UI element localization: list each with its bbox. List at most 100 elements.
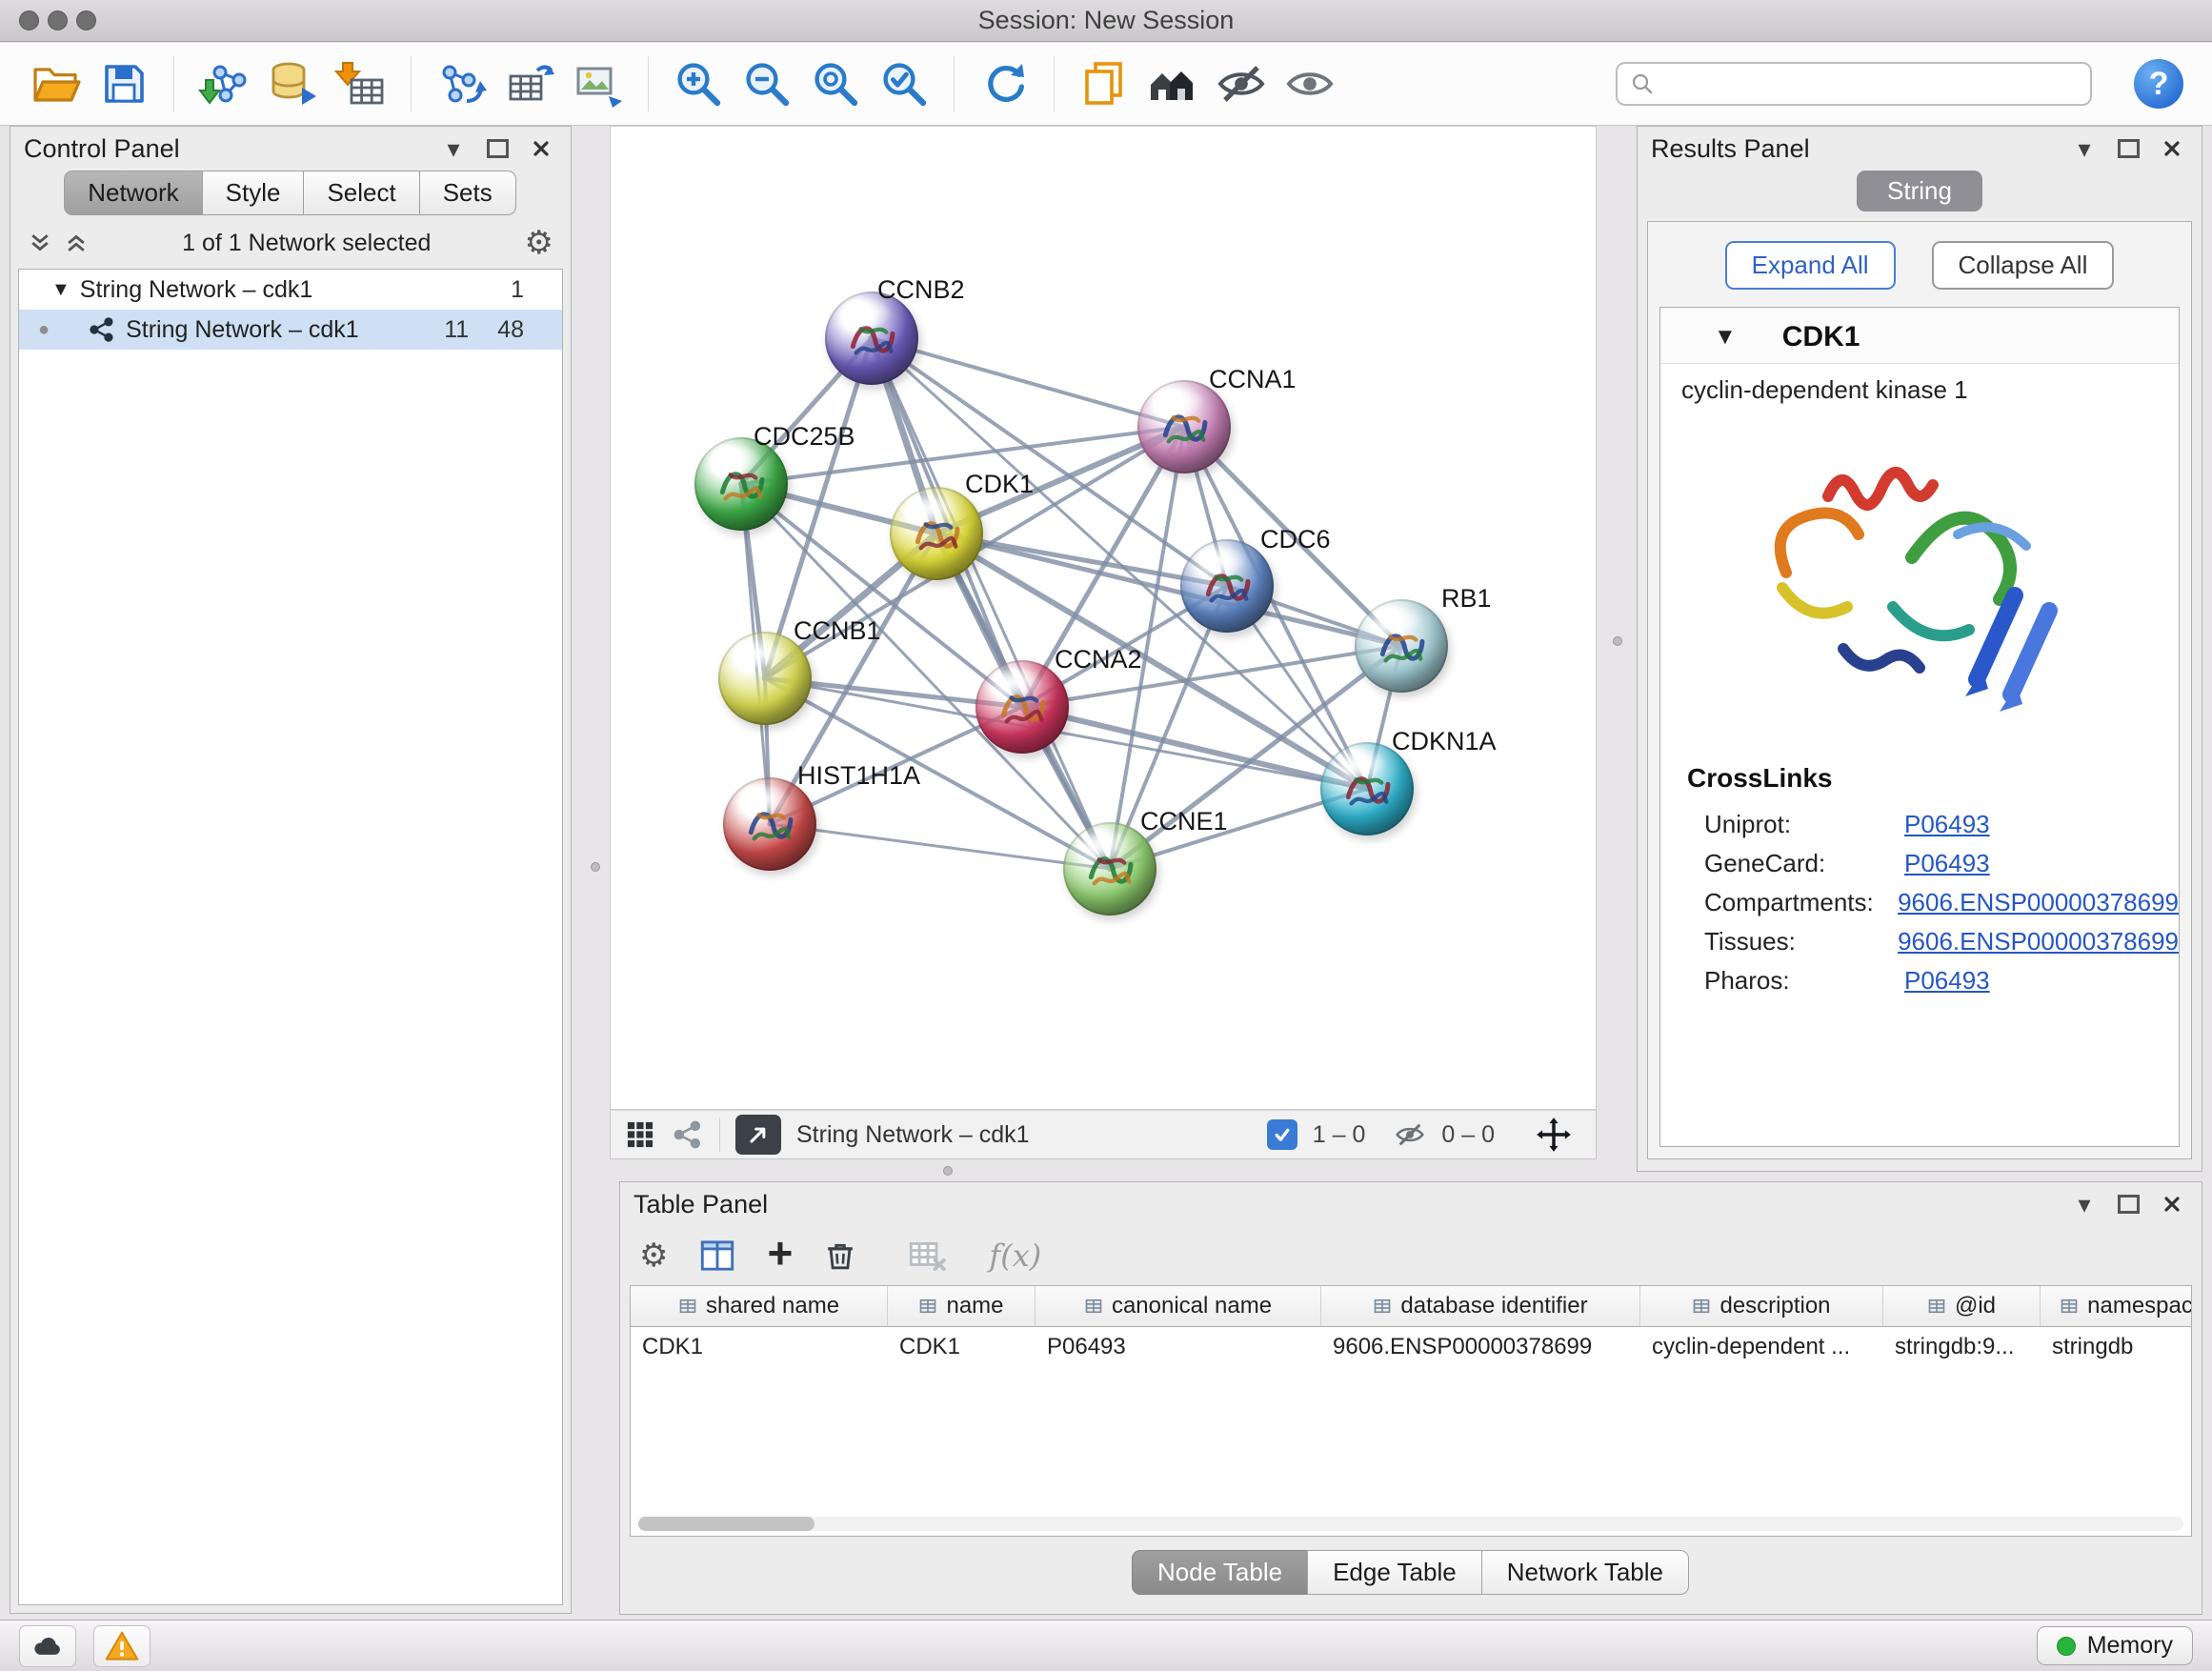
gear-icon[interactable]: ⚙	[525, 227, 553, 259]
table-row[interactable]: CDK1 CDK1 P06493 9606.ENSP00000378699 cy…	[631, 1327, 2191, 1367]
copy-document-icon[interactable]	[1077, 57, 1131, 111]
memory-button[interactable]: Memory	[2037, 1626, 2193, 1665]
crosslink-value-link[interactable]: P06493	[1904, 810, 1990, 839]
column-header[interactable]: database identifier	[1321, 1286, 1640, 1326]
table-header-row: shared name name canonical name database…	[631, 1286, 2191, 1327]
network-node-ccnb2[interactable]	[825, 292, 918, 385]
splitter-handle[interactable]	[943, 1166, 953, 1176]
tree-disclosure-icon[interactable]: ▼	[51, 279, 70, 301]
table-cell[interactable]: CDK1	[888, 1334, 1036, 1360]
table-settings-gear-icon[interactable]: ⚙	[639, 1239, 668, 1272]
zoom-fit-icon[interactable]	[809, 57, 862, 111]
panel-float-icon[interactable]	[2112, 133, 2144, 164]
cloud-status-button[interactable]	[19, 1625, 76, 1667]
add-column-icon[interactable]: +	[767, 1231, 793, 1275]
zoom-out-icon[interactable]	[740, 57, 794, 111]
help-button[interactable]: ?	[2134, 59, 2183, 109]
table-cell[interactable]: stringdb	[2041, 1334, 2192, 1360]
network-node-cdk1[interactable]	[890, 487, 983, 580]
table-cell[interactable]: cyclin-dependent ...	[1640, 1334, 1883, 1360]
panel-close-icon[interactable]	[525, 133, 557, 164]
tab-select[interactable]: Select	[303, 171, 419, 215]
window-close-button[interactable]	[19, 10, 39, 30]
panel-menu-icon[interactable]: ▾	[2068, 1189, 2101, 1219]
network-node-hist1h1a[interactable]	[723, 777, 816, 871]
chevron-double-up-icon[interactable]	[64, 231, 89, 255]
zoom-selected-icon[interactable]	[877, 57, 931, 111]
crosslink-value-link[interactable]: P06493	[1904, 849, 1990, 878]
network-node-label: CDKN1A	[1392, 727, 1497, 756]
export-table-icon[interactable]	[503, 57, 556, 111]
zoom-in-icon[interactable]	[672, 57, 725, 111]
show-columns-icon[interactable]	[696, 1235, 738, 1277]
column-header[interactable]: name	[888, 1286, 1036, 1326]
column-header[interactable]: canonical name	[1036, 1286, 1321, 1326]
tab-sets[interactable]: Sets	[419, 171, 516, 215]
check-icon	[1272, 1124, 1293, 1145]
function-builder-icon[interactable]: f(x)	[989, 1238, 1041, 1274]
import-table-icon[interactable]	[334, 57, 388, 111]
open-session-icon[interactable]	[29, 57, 82, 111]
column-header[interactable]: shared name	[631, 1286, 888, 1326]
selected-nodes-checkbox[interactable]	[1267, 1119, 1297, 1150]
table-cell[interactable]: CDK1	[631, 1334, 888, 1360]
tab-network[interactable]: Network	[64, 171, 202, 215]
column-header[interactable]: description	[1640, 1286, 1883, 1326]
protein-section-header[interactable]: ▼ CDK1	[1660, 308, 2179, 364]
collapse-all-button[interactable]: Collapse All	[1932, 241, 2115, 290]
eye-crossed-icon[interactable]	[1215, 57, 1268, 111]
export-network-icon[interactable]	[434, 57, 488, 111]
crosslink-value-link[interactable]: 9606.ENSP00000378699	[1898, 927, 2179, 956]
network-selection-row: 1 of 1 Network selected ⚙	[10, 221, 571, 265]
tab-style[interactable]: Style	[202, 171, 305, 215]
import-network-file-icon[interactable]	[197, 57, 251, 111]
panel-menu-icon[interactable]: ▾	[437, 133, 470, 164]
import-network-database-icon[interactable]	[266, 57, 319, 111]
network-canvas[interactable]: CCNB2CCNA1CDC25BCDK1CDC6RB1CCNB1CCNA2CDK…	[610, 126, 1597, 1110]
delete-column-trash-icon[interactable]	[821, 1237, 859, 1275]
search-input[interactable]	[1665, 70, 2079, 98]
crosslink-value-link[interactable]: 9606.ENSP00000378699	[1898, 888, 2179, 917]
open-external-button[interactable]	[735, 1115, 781, 1155]
network-type-share-icon[interactable]	[672, 1118, 704, 1151]
houses-icon[interactable]	[1146, 57, 1199, 111]
warning-status-button[interactable]	[93, 1625, 151, 1667]
panel-float-icon[interactable]	[481, 133, 513, 164]
column-header[interactable]: namespac	[2041, 1286, 2192, 1326]
column-header[interactable]: @id	[1883, 1286, 2041, 1326]
panel-float-icon[interactable]	[2112, 1189, 2144, 1219]
tab-network-table[interactable]: Network Table	[1481, 1550, 1689, 1595]
save-session-icon[interactable]	[97, 57, 151, 111]
window-zoom-button[interactable]	[76, 10, 96, 30]
refresh-icon[interactable]	[977, 57, 1031, 111]
column-type-icon	[918, 1297, 937, 1316]
window-minimize-button[interactable]	[48, 10, 68, 30]
table-cell[interactable]: stringdb:9...	[1883, 1334, 2041, 1360]
panel-close-icon[interactable]	[2156, 1189, 2188, 1219]
panel-close-icon[interactable]	[2156, 133, 2188, 164]
network-node-rb1[interactable]	[1355, 599, 1448, 693]
panel-menu-icon[interactable]: ▾	[2068, 133, 2101, 164]
tab-node-table[interactable]: Node Table	[1132, 1550, 1308, 1595]
birds-eye-grid-icon[interactable]	[624, 1118, 656, 1151]
section-disclosure-icon[interactable]: ▼	[1714, 324, 1737, 351]
splitter-handle[interactable]	[591, 862, 600, 872]
tab-string[interactable]: String	[1857, 171, 1982, 211]
export-image-icon[interactable]	[572, 57, 625, 111]
tab-edge-table[interactable]: Edge Table	[1307, 1550, 1482, 1595]
crosslink-value-link[interactable]: P06493	[1904, 966, 1990, 996]
pan-move-icon[interactable]	[1535, 1116, 1573, 1154]
scrollbar-thumb[interactable]	[638, 1517, 814, 1531]
network-node-label: CDK1	[965, 470, 1034, 499]
table-cell[interactable]: 9606.ENSP00000378699	[1321, 1334, 1640, 1360]
tree-row-network[interactable]: ● String Network – cdk1 11 48	[19, 310, 562, 350]
delete-table-icon[interactable]	[905, 1235, 947, 1277]
expand-all-button[interactable]: Expand All	[1725, 241, 1896, 290]
tree-row-collection[interactable]: ▼ String Network – cdk1 1	[19, 270, 562, 310]
horizontal-scrollbar[interactable]	[638, 1517, 2183, 1531]
splitter-handle[interactable]	[1613, 636, 1622, 646]
chevron-double-down-icon[interactable]	[28, 231, 52, 255]
eye-icon[interactable]	[1283, 57, 1337, 111]
hidden-eye-crossed-icon[interactable]	[1394, 1118, 1426, 1151]
table-cell[interactable]: P06493	[1036, 1334, 1321, 1360]
